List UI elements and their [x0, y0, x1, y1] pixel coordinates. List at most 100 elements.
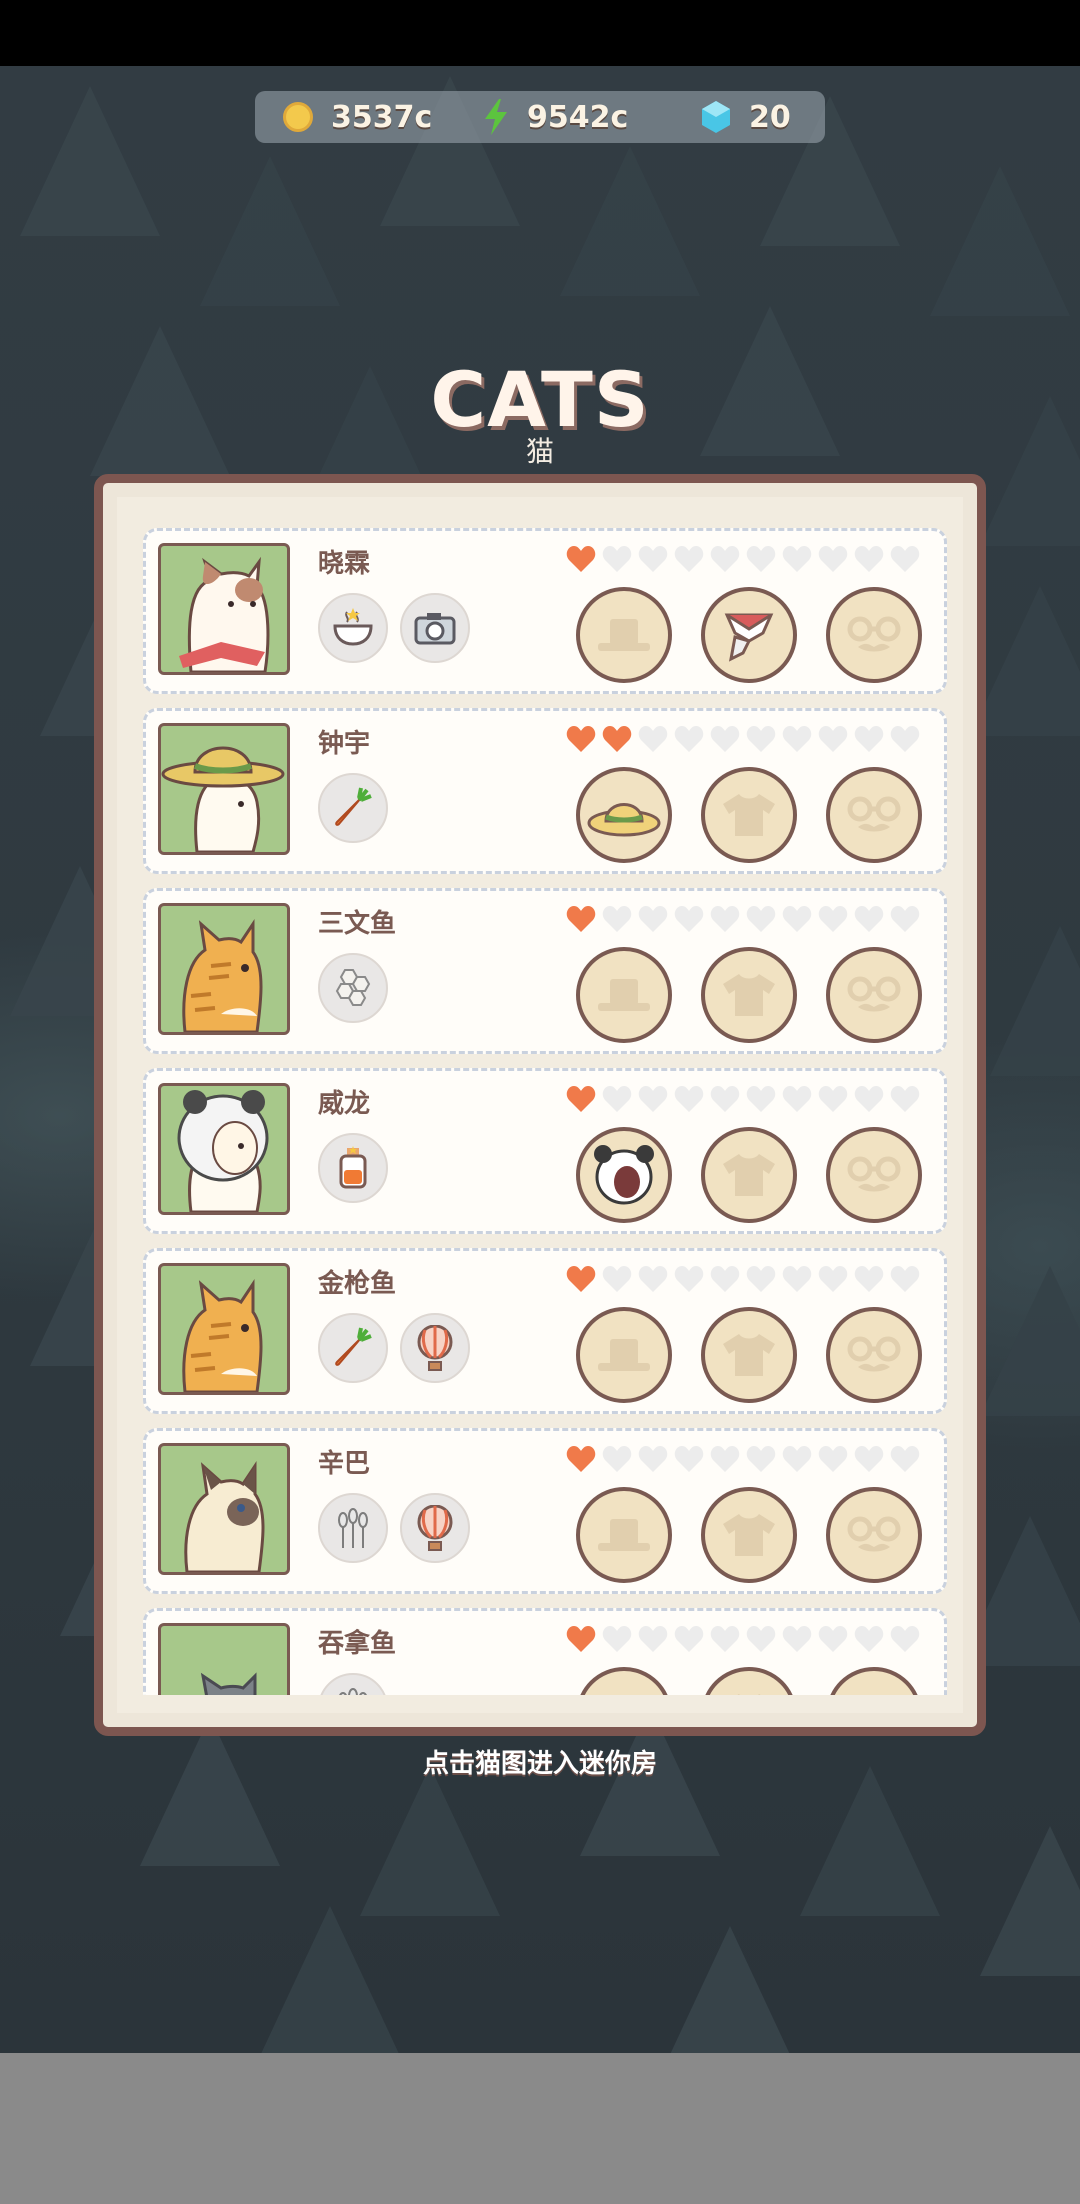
- navigation-bar: [0, 2053, 1080, 2204]
- heart-empty-icon: [854, 1625, 884, 1653]
- heart-filled-icon: [566, 905, 596, 933]
- heart-empty-icon: [890, 545, 920, 573]
- cat-list[interactable]: 晓霖钟宇三文鱼威龙金枪鱼 辛巴吞拿鱼: [143, 528, 947, 1695]
- gem-icon: [701, 101, 731, 133]
- scarf-icon: [724, 613, 774, 662]
- cat-portrait[interactable]: [158, 1443, 290, 1575]
- heart-empty-icon: [854, 905, 884, 933]
- heart-empty-icon: [854, 725, 884, 753]
- straw-hat-icon: [587, 803, 661, 837]
- affection-hearts: [566, 1085, 926, 1113]
- cat-portrait[interactable]: [158, 543, 290, 675]
- heart-filled-icon: [566, 725, 596, 753]
- heart-filled-icon: [566, 1445, 596, 1473]
- heart-filled-icon: [566, 1625, 596, 1653]
- heart-empty-icon: [818, 905, 848, 933]
- heart-empty-icon: [746, 725, 776, 753]
- straw-hat-slot[interactable]: [576, 767, 672, 863]
- shirt-slot[interactable]: [701, 1487, 797, 1583]
- cat-row[interactable]: 三文鱼: [143, 888, 947, 1054]
- heart-empty-icon: [818, 1085, 848, 1113]
- cat-portrait[interactable]: [158, 1263, 290, 1395]
- cat-portrait[interactable]: [158, 903, 290, 1035]
- panda-hood-slot[interactable]: [576, 1127, 672, 1223]
- pine-tree: [990, 926, 1080, 1076]
- glasses-icon: [847, 616, 901, 652]
- hat-slot[interactable]: [576, 587, 672, 683]
- heart-filled-icon: [566, 1265, 596, 1293]
- carrot-icon: [318, 1313, 388, 1383]
- heart-empty-icon: [602, 545, 632, 573]
- currency-bar: 3537c 9542c 20: [255, 91, 825, 143]
- shirt-slot[interactable]: [701, 1307, 797, 1403]
- heart-filled-icon: [566, 545, 596, 573]
- shirt-slot[interactable]: [701, 947, 797, 1043]
- heart-empty-icon: [602, 905, 632, 933]
- heart-empty-icon: [854, 1085, 884, 1113]
- hat-slot[interactable]: [576, 1307, 672, 1403]
- panda-hood-icon: [594, 1145, 654, 1205]
- cat-row[interactable]: 金枪鱼: [143, 1248, 947, 1414]
- shirt-slot[interactable]: [701, 767, 797, 863]
- affection-hearts: [566, 545, 926, 573]
- cat-name: 钟宇: [318, 729, 371, 759]
- cat-portrait[interactable]: [158, 1083, 290, 1215]
- cat-row[interactable]: 威龙: [143, 1068, 947, 1234]
- cat-name: 三文鱼: [318, 909, 397, 939]
- heart-empty-icon: [854, 545, 884, 573]
- glasses-slot[interactable]: [826, 947, 922, 1043]
- hat-slot[interactable]: [576, 947, 672, 1043]
- glasses-slot[interactable]: [826, 1487, 922, 1583]
- hot-air-balloon-icon: [400, 1493, 470, 1563]
- cat-name: 威龙: [318, 1089, 371, 1119]
- cat-portrait[interactable]: [158, 723, 290, 855]
- lightning-icon: [483, 99, 509, 135]
- heart-empty-icon: [782, 1625, 812, 1653]
- cat-row[interactable]: 吞拿鱼: [143, 1608, 947, 1695]
- page-subtitle: 猫: [525, 435, 554, 468]
- heart-empty-icon: [602, 1445, 632, 1473]
- pine-tree: [660, 1926, 800, 2053]
- energy-value: 9542c: [527, 99, 629, 135]
- camera-icon: [400, 593, 470, 663]
- glasses-slot[interactable]: [826, 587, 922, 683]
- heart-empty-icon: [782, 1265, 812, 1293]
- status-bar: [0, 0, 1080, 66]
- cat-row[interactable]: 辛巴: [143, 1428, 947, 1594]
- heart-empty-icon: [674, 545, 704, 573]
- heart-empty-icon: [638, 905, 668, 933]
- shirt-slot[interactable]: [701, 1127, 797, 1223]
- heart-empty-icon: [638, 1625, 668, 1653]
- scarf-slot[interactable]: [701, 587, 797, 683]
- glasses-icon: [847, 1516, 901, 1552]
- carrot-icon: [318, 773, 388, 843]
- shirt-slot[interactable]: [701, 1667, 797, 1695]
- heart-empty-icon: [890, 1625, 920, 1653]
- heart-empty-icon: [818, 1625, 848, 1653]
- cat-portrait[interactable]: [158, 1623, 290, 1695]
- heart-empty-icon: [710, 545, 740, 573]
- glasses-slot[interactable]: [826, 1127, 922, 1223]
- cat-row[interactable]: 钟宇: [143, 708, 947, 874]
- hat-icon: [598, 1339, 650, 1371]
- heart-empty-icon: [638, 545, 668, 573]
- glasses-slot[interactable]: [826, 1667, 922, 1695]
- pine-tree: [800, 1766, 940, 1916]
- hint-text: 点击猫图进入迷你房: [422, 1749, 657, 1779]
- affection-hearts: [566, 1445, 926, 1473]
- hat-slot[interactable]: [576, 1487, 672, 1583]
- glasses-slot[interactable]: [826, 1307, 922, 1403]
- glasses-slot[interactable]: [826, 767, 922, 863]
- glasses-icon: [847, 1156, 901, 1192]
- heart-empty-icon: [746, 1625, 776, 1653]
- shirt-icon: [723, 1154, 775, 1196]
- heart-empty-icon: [710, 1265, 740, 1293]
- heart-empty-icon: [746, 545, 776, 573]
- shirt-icon: [723, 794, 775, 836]
- heart-empty-icon: [602, 1625, 632, 1653]
- cat-row[interactable]: 晓霖: [143, 528, 947, 694]
- heart-empty-icon: [674, 1265, 704, 1293]
- hat-slot[interactable]: [576, 1667, 672, 1695]
- wheat-icon: [318, 1673, 388, 1695]
- heart-empty-icon: [710, 1625, 740, 1653]
